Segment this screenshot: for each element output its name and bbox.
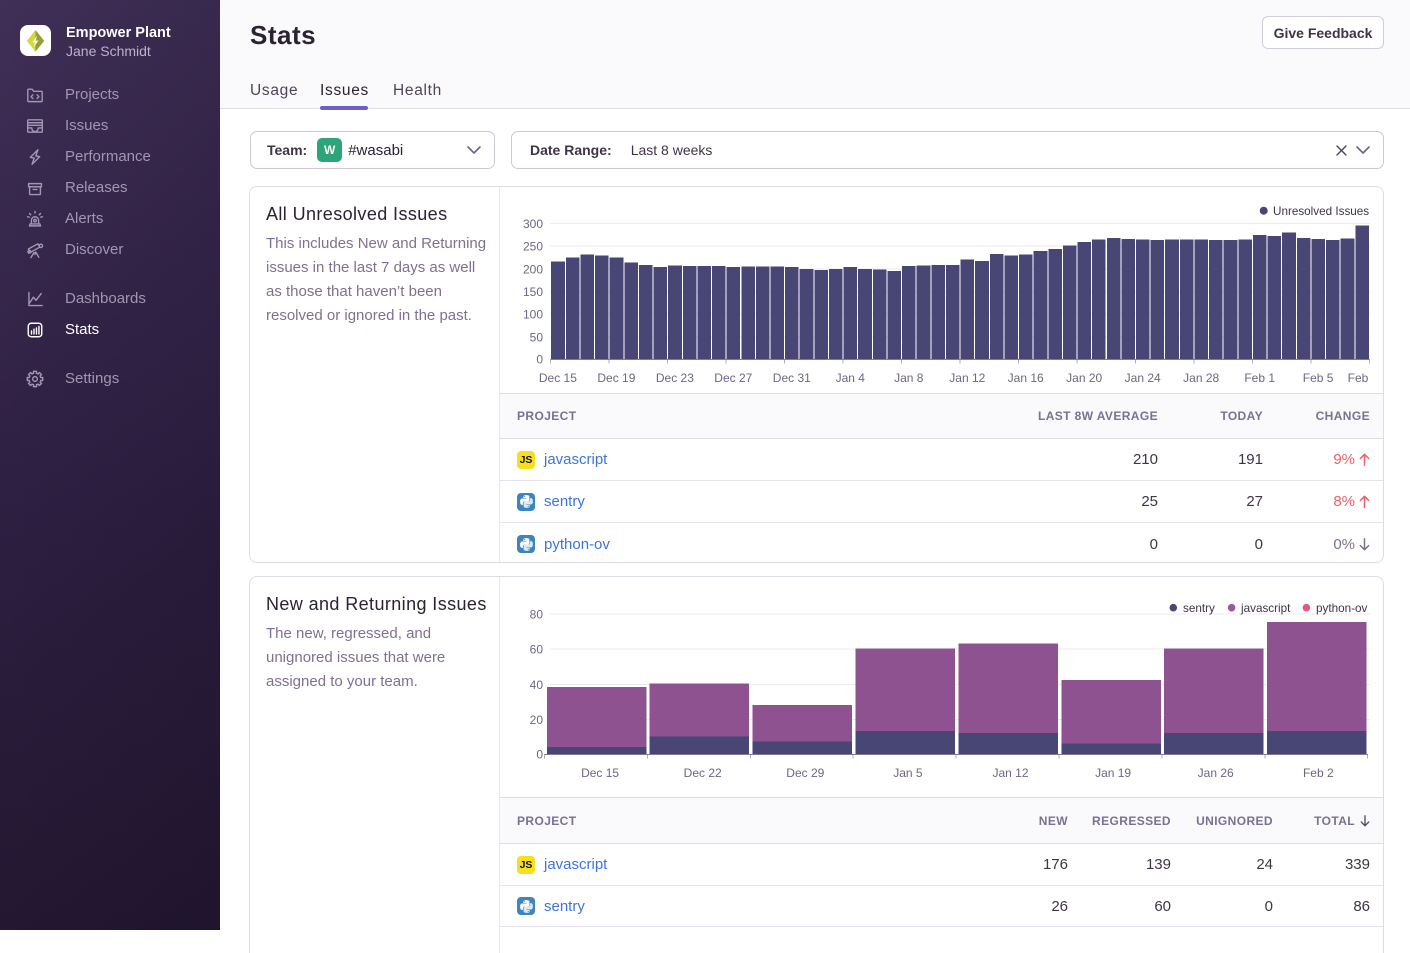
svg-text:Jan 24: Jan 24 <box>1125 371 1161 385</box>
svg-text:Feb 2: Feb 2 <box>1303 766 1334 780</box>
svg-text:Jan 5: Jan 5 <box>893 766 923 780</box>
svg-text:sentry: sentry <box>1183 602 1215 615</box>
svg-text:Unresolved Issues: Unresolved Issues <box>1273 205 1369 218</box>
svg-text:Jan 19: Jan 19 <box>1095 766 1131 780</box>
svg-text:Feb 1: Feb 1 <box>1244 371 1275 385</box>
svg-text:Dec 31: Dec 31 <box>773 371 811 385</box>
svg-text:Feb: Feb <box>1348 371 1369 385</box>
svg-text:Dec 29: Dec 29 <box>786 766 824 780</box>
svg-text:Dec 22: Dec 22 <box>684 766 722 780</box>
svg-text:Dec 27: Dec 27 <box>714 371 752 385</box>
svg-text:0: 0 <box>536 353 543 367</box>
svg-text:Jan 8: Jan 8 <box>894 371 924 385</box>
svg-text:20: 20 <box>530 713 544 727</box>
svg-text:Dec 15: Dec 15 <box>581 766 619 780</box>
svg-text:Jan 12: Jan 12 <box>992 766 1028 780</box>
svg-text:40: 40 <box>530 678 544 692</box>
svg-text:100: 100 <box>523 308 543 322</box>
svg-text:150: 150 <box>523 285 543 299</box>
svg-text:python-ov: python-ov <box>1316 602 1367 615</box>
svg-text:Dec 23: Dec 23 <box>656 371 694 385</box>
svg-text:50: 50 <box>530 330 544 344</box>
svg-text:javascript: javascript <box>1240 602 1291 615</box>
svg-text:Dec 15: Dec 15 <box>539 371 577 385</box>
svg-text:Jan 28: Jan 28 <box>1183 371 1219 385</box>
svg-text:Feb 5: Feb 5 <box>1303 371 1334 385</box>
svg-text:300: 300 <box>523 217 543 231</box>
svg-text:Jan 16: Jan 16 <box>1008 371 1044 385</box>
svg-text:Dec 19: Dec 19 <box>597 371 635 385</box>
svg-text:60: 60 <box>530 643 544 657</box>
svg-text:80: 80 <box>530 608 544 622</box>
svg-text:Jan 12: Jan 12 <box>949 371 985 385</box>
svg-text:0: 0 <box>536 748 543 762</box>
svg-text:Jan 26: Jan 26 <box>1198 766 1234 780</box>
svg-text:Jan 4: Jan 4 <box>836 371 866 385</box>
svg-text:200: 200 <box>523 262 543 276</box>
svg-text:250: 250 <box>523 240 543 254</box>
svg-text:Jan 20: Jan 20 <box>1066 371 1102 385</box>
